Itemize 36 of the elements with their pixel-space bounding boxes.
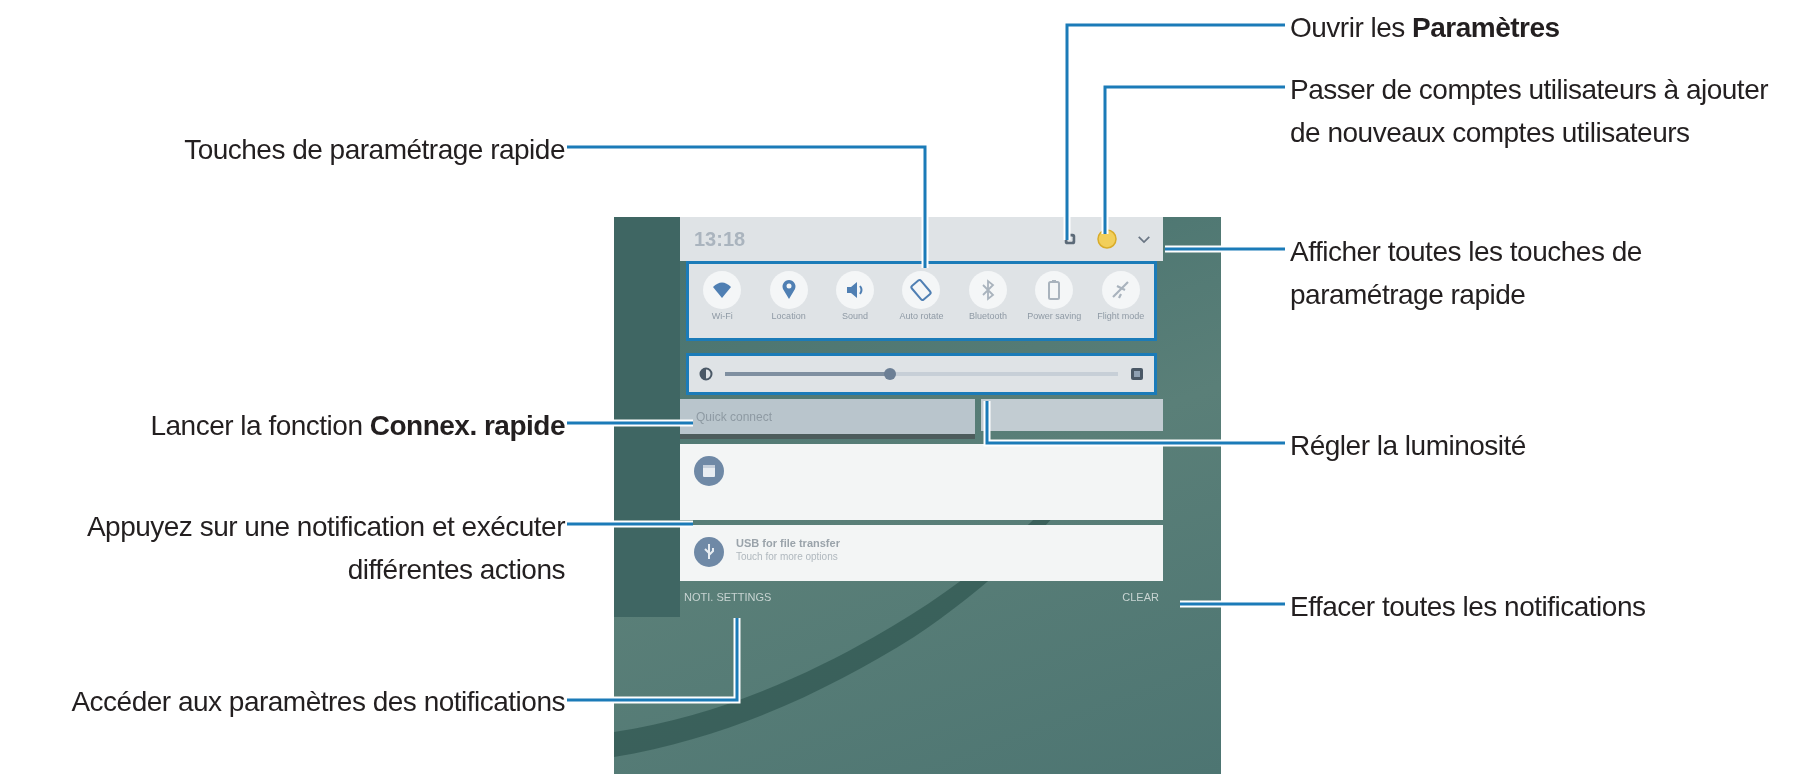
toggle-label: Flight mode: [1097, 312, 1145, 322]
callout-label: Régler la luminosité: [1290, 429, 1527, 463]
rotate-toggle-icon[interactable]: [901, 270, 942, 310]
notification-settings-button[interactable]: NOTI. SETTINGS: [680, 589, 776, 605]
calendar-icon: [694, 456, 724, 486]
callout-label: Touches de paramétrage rapide: [183, 133, 565, 167]
toggle-label: Location: [771, 312, 806, 322]
location-toggle-icon[interactable]: [768, 270, 809, 310]
toggle-label: Wi-Fi: [711, 312, 733, 322]
notification-subtitle: Touch for more options: [736, 551, 839, 562]
brightness-icon: [699, 367, 713, 381]
callout-label: Effacer toutes les notifications: [1290, 590, 1647, 624]
callout-label: Ouvrir les Paramètres: [1290, 11, 1561, 45]
toggle-label: Power saving: [1027, 312, 1082, 322]
sound-toggle-icon[interactable]: [835, 270, 876, 310]
slider-thumb[interactable]: [884, 368, 897, 380]
notification-title: USB for file transfer: [736, 537, 840, 549]
usb-icon: [694, 537, 724, 567]
toggle-label: Bluetooth: [968, 312, 1007, 322]
settings-icon[interactable]: [1063, 232, 1077, 246]
toggle-label: Auto rotate: [899, 312, 944, 322]
clear-button[interactable]: CLEAR: [1118, 589, 1163, 605]
callout-label: Appuyez sur une notification et exécuter différentes actions: [85, 510, 565, 587]
wifi-toggle-icon[interactable]: [702, 270, 743, 310]
callout-label: Accéder aux paramètres des notifications: [70, 685, 565, 719]
flight-toggle-icon[interactable]: [1100, 270, 1141, 310]
callout-label: Afficher toutes les touches de paramétrage rapide: [1290, 235, 1643, 312]
callout-label: Passer de comptes utilisateurs à ajouter de nouveaux comptes utilisateurs: [1290, 73, 1770, 150]
expand-chevron-icon[interactable]: [1137, 234, 1151, 244]
power-toggle-icon[interactable]: [1034, 270, 1075, 310]
bluetooth-toggle-icon[interactable]: [967, 270, 1008, 310]
user-avatar-icon[interactable]: [1097, 229, 1117, 249]
callout-label: Lancer la fonction Connex. rapide: [149, 409, 565, 443]
toggle-label: Sound: [842, 312, 869, 322]
notification-card[interactable]: USB for file transfer Touch for more options: [680, 525, 1163, 581]
auto-brightness-icon[interactable]: [1130, 367, 1144, 381]
